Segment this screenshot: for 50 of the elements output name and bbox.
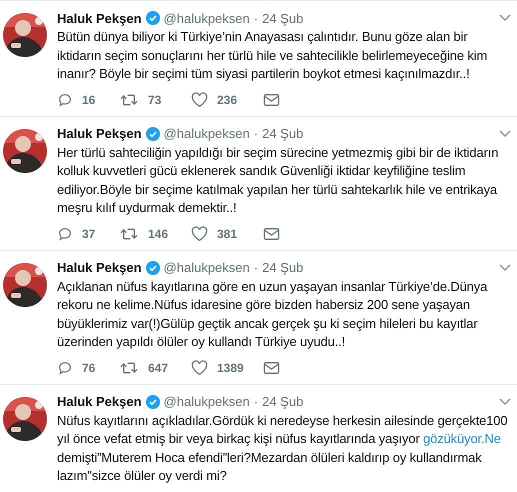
chevron-icon[interactable] <box>499 130 511 138</box>
reply-count: 76 <box>82 360 96 374</box>
tweet-text: Her türlü sahteciliğin yapıldığı bir seçim sürecine yetmezmiş gibi bir de iktidarın kolluk kuvvetleri gücü eklenerek sandık Güvenliği iktidar keyfiliğine teslim ediliyor.Böyle bir seçime katılmak yapılan her türlü sahtekarlık hile ve entrikaya meşru kılıf uydurmak demektir..! <box>57 144 500 217</box>
chevron-icon[interactable] <box>499 14 511 22</box>
heart-icon[interactable] <box>191 92 208 108</box>
user-handle[interactable]: @halukpeksen <box>164 126 250 141</box>
separator: · <box>254 126 258 141</box>
tweet-text: Bütün dünya biliyor ki Türkiye’nin Anayasası çalıntıdır. Bunu göze alan bir iktidarın seçim sonuçlarını her türlü hile ve sahtecilikle belirlemeyeceğine kim inanır? Böyle bir seçimi tüm siyasi partilerin boykot etmesi kaçınılmazdır..! <box>57 28 488 83</box>
verified-badge-icon <box>146 394 160 408</box>
reply-count: 16 <box>82 92 96 106</box>
reply-icon[interactable] <box>57 92 73 108</box>
heart-icon[interactable] <box>191 226 208 242</box>
tweet-date[interactable]: 24 Şub <box>262 10 304 26</box>
like-count: 381 <box>217 226 238 240</box>
retweet-icon[interactable] <box>119 226 139 242</box>
verified-badge-icon <box>146 260 160 274</box>
chevron-icon[interactable] <box>499 264 511 272</box>
verified-badge-icon <box>146 11 160 25</box>
separator: · <box>254 10 258 26</box>
separator: · <box>254 394 258 409</box>
retweet-icon[interactable] <box>119 360 139 376</box>
chevron-icon[interactable] <box>499 398 511 406</box>
tweet-date[interactable]: 24 Şub <box>262 126 304 141</box>
verified-badge-icon <box>146 126 160 140</box>
user-name[interactable]: Haluk Pekşen <box>57 10 142 26</box>
user-handle[interactable]: @halukpeksen <box>164 394 250 409</box>
envelope-icon[interactable] <box>263 360 280 374</box>
heart-icon[interactable] <box>191 360 208 376</box>
envelope-icon[interactable] <box>263 226 280 240</box>
reply-count: 37 <box>82 226 96 240</box>
user-handle[interactable]: @halukpeksen <box>164 260 250 275</box>
reply-icon[interactable] <box>57 226 73 242</box>
tweet-date[interactable]: 24 Şub <box>262 260 304 275</box>
tweet-text: Nüfus kayıtlarını açıkladılar.Gördük ki neredeyse herkesin ailesinde gerçekte100 yıl önce vefat etmiş bir veya birkaç kişi nüfus kayıtlarında yaşıyor gözüküyor.Ne demişti”Muterem Hoca efendi”leri?Mezardan ölüleri kaldırıp oy kullandırmak lazım"sizce ölüler oy verdi mi? <box>57 412 508 485</box>
envelope-icon[interactable] <box>263 92 280 106</box>
user-handle[interactable]: @halukpeksen <box>164 10 250 26</box>
like-count: 236 <box>217 92 238 106</box>
user-name[interactable]: Haluk Pekşen <box>57 260 142 275</box>
reply-icon[interactable] <box>57 360 73 376</box>
user-name[interactable]: Haluk Pekşen <box>57 394 142 409</box>
tweet-text: Açıklanan nüfus kayıtlarına göre en uzun yaşayan insanlar Türkiye’de.Dünya rekoru ne kelime.Nüfus idaresine göre bizden habersiz 200 sene yaşayan büyüklerimiz var(!)Gülüp geçtik ancak gerçek şu ki seçim hileleri bu kayıtlar üzerinden yapıldı ölüler oy kullandı Türkiye uyudu..! <box>57 278 488 351</box>
retweet-count: 146 <box>148 226 168 240</box>
tweet-date[interactable]: 24 Şub <box>262 394 304 409</box>
user-name[interactable]: Haluk Pekşen <box>57 126 142 141</box>
retweet-count: 647 <box>148 360 168 374</box>
link[interactable]: gözüküyor.Ne <box>423 431 501 446</box>
retweet-count: 73 <box>148 92 162 106</box>
like-count: 1389 <box>217 360 244 374</box>
retweet-icon[interactable] <box>119 92 139 108</box>
separator: · <box>254 260 258 275</box>
